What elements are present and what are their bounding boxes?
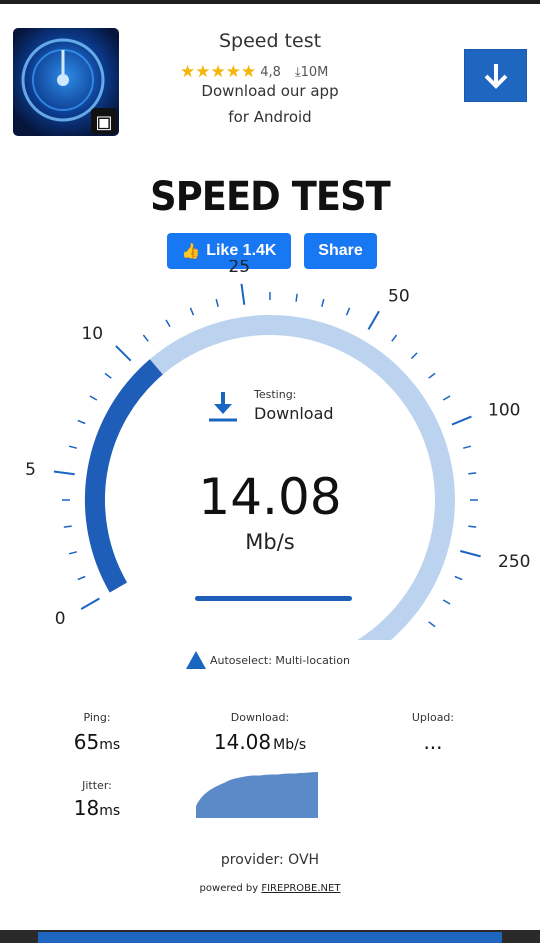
gauge-minor-tick — [463, 445, 472, 449]
ad-rating: ★★★★★ 4,8 ⤓ 10M — [180, 62, 328, 82]
gauge-minor-tick — [63, 525, 72, 528]
download-label: Download: — [230, 711, 290, 724]
rating-value: 4,8 — [260, 64, 281, 80]
gauge-minor-tick — [321, 298, 325, 307]
provider: provider: OVH — [220, 852, 320, 868]
upload-value: ... — [423, 730, 443, 754]
gauge-label: 50 — [388, 287, 410, 307]
gauge-minor-tick — [104, 372, 112, 379]
gauge-minor-tick — [442, 395, 451, 401]
testing-label: Testing: — [254, 388, 297, 401]
download-speed-graph — [196, 772, 318, 818]
ping-label: Ping: — [83, 711, 111, 724]
gauge-minor-tick — [68, 445, 77, 449]
gauge-minor-tick — [410, 352, 418, 360]
gauge-minor-tick — [89, 395, 98, 401]
ping-value: 65ms — [52, 730, 142, 754]
bottom-bar-fill — [38, 932, 502, 943]
like-label: Like 1.4K — [206, 242, 277, 259]
upload-label: Upload: — [411, 711, 455, 724]
speed-gauge: 051025501002505001000 — [25, 260, 530, 640]
thumbs-up-icon: 👍 — [181, 243, 201, 260]
jitter-label: Jitter: — [82, 779, 112, 792]
download-unit: Mb/s — [273, 737, 307, 753]
server-autoselect[interactable]: Autoselect: Multi-location — [186, 650, 350, 670]
gauge-minor-tick — [345, 307, 351, 316]
gauge-major-tick — [80, 597, 100, 610]
gauge-minor-tick — [391, 334, 398, 342]
jitter-number: 18 — [73, 796, 100, 820]
gauge-minor-tick — [454, 575, 463, 581]
gauge-major-tick — [451, 415, 472, 426]
speedometer-app-icon[interactable]: ▣ — [13, 28, 119, 136]
gauge-major-tick — [115, 345, 132, 362]
ad-line-1: Download our app — [201, 82, 339, 100]
page-title: SPEED TEST — [150, 174, 391, 220]
gauge-major-tick — [53, 470, 75, 476]
download-icon — [209, 392, 237, 422]
arrow-down-icon — [484, 63, 507, 89]
ping-unit: ms — [99, 737, 121, 753]
gauge-minor-tick — [77, 575, 86, 581]
fireprobe-link[interactable]: FIREPROBE.NET — [261, 883, 340, 894]
current-speed: 14.08 — [198, 468, 342, 526]
gauge-minor-tick — [468, 472, 477, 475]
download-value: 14.08 Mb/s — [190, 730, 330, 754]
svg-text:▣: ▣ — [95, 112, 112, 133]
gauge-label: 5 — [25, 460, 36, 480]
gauge-label: 0 — [55, 609, 66, 629]
gauge-minor-tick — [428, 372, 436, 379]
jitter-unit: ms — [99, 803, 121, 819]
gauge-minor-tick — [142, 334, 149, 342]
test-progress-bar — [195, 596, 352, 601]
ad-app-title[interactable]: Speed test — [170, 30, 370, 52]
jitter-value: 18ms — [52, 796, 142, 820]
gauge-minor-tick — [189, 307, 195, 316]
gauge-minor-tick — [442, 599, 451, 605]
app-ad-banner[interactable]: ▣ Speed test ★★★★★ 4,8 ⤓ 10M Download ou… — [0, 4, 540, 144]
ad-download-button[interactable] — [464, 49, 527, 102]
speed-unit: Mb/s — [245, 530, 295, 554]
gauge-label: 250 — [498, 552, 530, 572]
download-number: 14.08 — [213, 730, 272, 754]
testing-status: Testing: Download — [206, 388, 366, 428]
star-rating-icon: ★★★★★ — [180, 62, 257, 82]
graph-area — [196, 772, 318, 818]
gauge-label: 10 — [81, 324, 103, 344]
triangle-icon — [186, 651, 206, 669]
powered-prefix: powered by — [199, 883, 262, 894]
bottom-bar — [0, 930, 540, 943]
gauge-major-tick — [460, 550, 481, 558]
gauge-minor-tick — [428, 621, 436, 628]
ping-number: 65 — [73, 730, 100, 754]
gauge-minor-tick — [468, 525, 477, 528]
gauge-minor-tick — [295, 293, 298, 302]
gauge-minor-tick — [215, 298, 219, 307]
powered-by: powered by FIREPROBE.NET — [0, 883, 540, 894]
autoselect-label: Autoselect: Multi-location — [210, 653, 350, 667]
gauge-major-tick — [367, 310, 380, 330]
gauge-major-tick — [240, 283, 246, 305]
testing-value: Download — [254, 404, 334, 423]
download-count: 10M — [300, 64, 329, 80]
share-label: Share — [318, 242, 363, 259]
gauge-minor-tick — [165, 319, 171, 328]
gauge-minor-tick — [77, 419, 86, 425]
gauge-minor-tick — [68, 551, 77, 555]
ad-line-2: for Android — [228, 108, 312, 126]
gauge-label: 25 — [228, 260, 250, 277]
gauge-label: 100 — [488, 401, 520, 421]
